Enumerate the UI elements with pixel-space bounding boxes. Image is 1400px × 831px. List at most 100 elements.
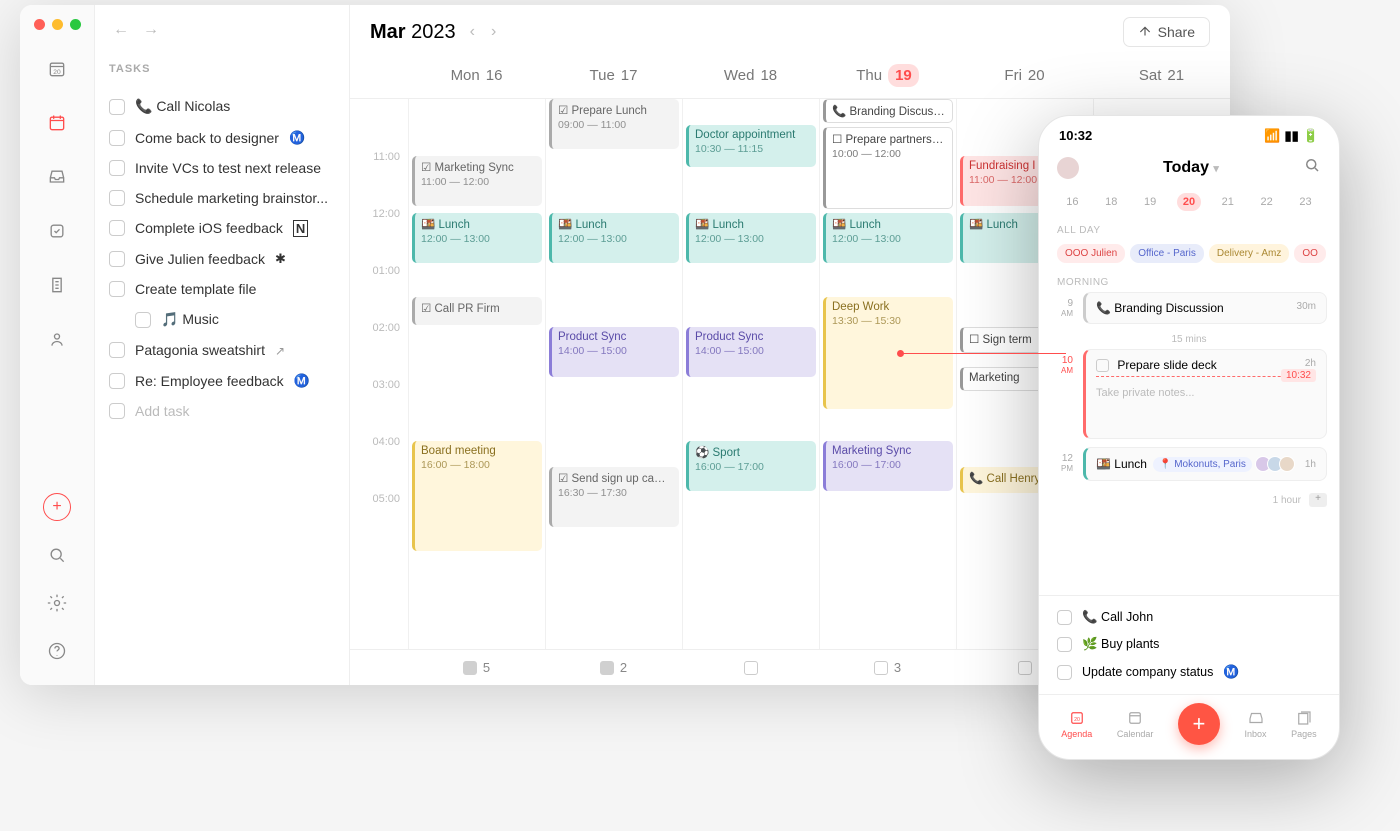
mobile-task-checkbox[interactable] — [1057, 610, 1072, 625]
day-column-wed[interactable]: Doctor appointment10:30 — 11:15 🍱 Lunch12… — [682, 99, 819, 649]
close-window[interactable] — [34, 19, 45, 30]
task-checkbox[interactable] — [109, 373, 125, 389]
nav-contacts-icon[interactable] — [43, 325, 71, 353]
mobile-search-icon[interactable] — [1303, 156, 1321, 179]
maximize-window[interactable] — [70, 19, 81, 30]
day-header[interactable]: Wed18 — [682, 53, 819, 98]
calendar-event[interactable]: Product Sync14:00 — 15:00 — [549, 327, 679, 377]
day-header[interactable]: Sat21 — [1093, 53, 1230, 98]
calendar-event[interactable]: Board meeting16:00 — 18:00 — [412, 441, 542, 551]
calendar-event[interactable]: 📞 Branding Discussio — [823, 99, 953, 123]
calendar-event[interactable]: 🍱 Lunch12:00 — 13:00 — [823, 213, 953, 263]
mobile-task-checkbox[interactable] — [1057, 665, 1072, 680]
calendar-event[interactable]: Product Sync14:00 — 15:00 — [686, 327, 816, 377]
help-icon[interactable] — [43, 637, 71, 665]
mobile-task[interactable]: Update company statusⓂ️ — [1057, 658, 1321, 686]
task-item[interactable]: Come back to designerⓂ️ — [109, 122, 335, 153]
calendar-event[interactable]: Marketing Sync16:00 — 17:00 — [823, 441, 953, 491]
back-arrow-icon[interactable]: ← — [113, 21, 129, 39]
day-header[interactable]: Mon16 — [408, 53, 545, 98]
mobile-date[interactable]: 22 — [1255, 193, 1279, 211]
task-item[interactable]: Create template file — [109, 274, 335, 304]
day-task-count[interactable]: 3 — [819, 660, 956, 675]
task-item[interactable]: Invite VCs to test next release — [109, 153, 335, 183]
task-checkbox[interactable] — [109, 160, 125, 176]
add-task-checkbox[interactable] — [109, 403, 125, 419]
task-checkbox[interactable] — [135, 312, 151, 328]
mobile-date[interactable]: 18 — [1099, 193, 1123, 211]
day-column-thu[interactable]: 📞 Branding Discussio ☐ Prepare partnershi… — [819, 99, 956, 649]
minimize-window[interactable] — [52, 19, 63, 30]
calendar-event[interactable]: ☐ Prepare partnership agreement10:00 — 1… — [823, 127, 953, 209]
add-button[interactable]: + — [43, 493, 71, 521]
mobile-tab-inbox[interactable]: Inbox — [1245, 709, 1267, 739]
calendar-event[interactable]: ☑ Call PR Firm — [412, 297, 542, 325]
private-notes[interactable]: Take private notes... — [1096, 381, 1316, 405]
day-task-count[interactable] — [682, 660, 819, 675]
task-item[interactable]: Complete iOS feedbackN — [109, 213, 335, 243]
mobile-date[interactable]: 21 — [1216, 193, 1240, 211]
mobile-tab-pages[interactable]: Pages — [1291, 709, 1317, 739]
task-checkbox[interactable] — [109, 190, 125, 206]
mobile-event-lunch[interactable]: 🍱 Lunch 📍 Mokonuts, Paris 1h — [1083, 447, 1327, 481]
mobile-date[interactable]: 16 — [1060, 193, 1084, 211]
task-item[interactable]: Patagonia sweatshirt↗ — [109, 335, 335, 365]
mobile-task[interactable]: 🌿 Buy plants — [1057, 631, 1321, 658]
all-day-pill[interactable]: Office - Paris — [1130, 244, 1204, 263]
day-column-mon[interactable]: ☑ Marketing Sync11:00 — 12:00 🍱 Lunch12:0… — [408, 99, 545, 649]
all-day-pill[interactable]: Delivery - Amz — [1209, 244, 1289, 263]
calendar-event[interactable]: 🍱 Lunch12:00 — 13:00 — [412, 213, 542, 263]
next-week-icon[interactable]: › — [491, 23, 496, 41]
prev-week-icon[interactable]: ‹ — [470, 23, 475, 41]
calendar-event[interactable]: Doctor appointment10:30 — 11:15 — [686, 125, 816, 167]
forward-arrow-icon[interactable]: → — [143, 21, 159, 39]
day-task-count[interactable]: 5 — [408, 660, 545, 675]
task-checkbox[interactable] — [109, 342, 125, 358]
calendar-event[interactable]: ☑ Prepare Lunch09:00 — 11:00 — [549, 99, 679, 149]
mobile-event-slide-deck[interactable]: Prepare slide deck 2h 10:32 Take private… — [1083, 349, 1327, 439]
nav-inbox-icon[interactable] — [43, 163, 71, 191]
calendar-event[interactable]: 🍱 Lunch12:00 — 13:00 — [549, 213, 679, 263]
day-header[interactable]: Tue17 — [545, 53, 682, 98]
day-header[interactable]: Thu19 — [819, 53, 956, 98]
day-header[interactable]: Fri20 — [956, 53, 1093, 98]
mobile-tab-agenda[interactable]: 20Agenda — [1061, 709, 1092, 739]
nav-calendar-icon[interactable] — [43, 109, 71, 137]
mobile-date[interactable]: 19 — [1138, 193, 1162, 211]
calendar-event[interactable]: ☑ Send sign up camapgin16:30 — 17:30 — [549, 467, 679, 527]
task-item[interactable]: 🎵 Music — [109, 304, 335, 335]
task-checkbox[interactable] — [109, 99, 125, 115]
task-item[interactable]: Give Julien feedback✱ — [109, 243, 335, 274]
calendar-event[interactable]: ☑ Marketing Sync11:00 — 12:00 — [412, 156, 542, 206]
day-task-count[interactable]: 2 — [545, 660, 682, 675]
mobile-task[interactable]: 📞 Call John — [1057, 604, 1321, 631]
mobile-tab-calendar[interactable]: Calendar — [1117, 709, 1154, 739]
task-item[interactable]: 📞 Call Nicolas — [109, 91, 335, 122]
nav-tasks-icon[interactable] — [43, 217, 71, 245]
mobile-title[interactable]: Today ▾ — [1163, 159, 1219, 177]
task-checkbox[interactable] — [109, 130, 125, 146]
all-day-pill[interactable]: OOO Julien — [1057, 244, 1125, 263]
mobile-fab-add[interactable]: + — [1178, 703, 1220, 745]
all-day-pill[interactable]: OO — [1294, 244, 1326, 263]
task-checkbox[interactable] — [109, 281, 125, 297]
share-button[interactable]: Share — [1123, 17, 1210, 47]
task-checkbox[interactable] — [109, 220, 125, 236]
mobile-avatar[interactable] — [1057, 157, 1079, 179]
nav-notes-icon[interactable] — [43, 271, 71, 299]
calendar-event[interactable]: ⚽ Sport16:00 — 17:00 — [686, 441, 816, 491]
task-item[interactable]: Re: Employee feedbackⓂ️ — [109, 365, 335, 396]
add-task[interactable]: Add task — [109, 396, 335, 426]
mobile-date[interactable]: 20 — [1177, 193, 1201, 211]
settings-icon[interactable] — [43, 589, 71, 617]
mobile-event-branding[interactable]: 📞 Branding Discussion 30m — [1083, 292, 1327, 324]
expand-gap[interactable]: + — [1309, 493, 1327, 507]
task-checkbox[interactable] — [109, 251, 125, 267]
mobile-task-checkbox[interactable] — [1057, 637, 1072, 652]
calendar-event[interactable]: 🍱 Lunch12:00 — 13:00 — [686, 213, 816, 263]
nav-today-icon[interactable]: 20 — [43, 55, 71, 83]
slide-deck-checkbox[interactable] — [1096, 359, 1109, 372]
search-icon[interactable] — [43, 541, 71, 569]
mobile-date[interactable]: 23 — [1293, 193, 1317, 211]
day-column-tue[interactable]: ☑ Prepare Lunch09:00 — 11:00 🍱 Lunch12:00… — [545, 99, 682, 649]
